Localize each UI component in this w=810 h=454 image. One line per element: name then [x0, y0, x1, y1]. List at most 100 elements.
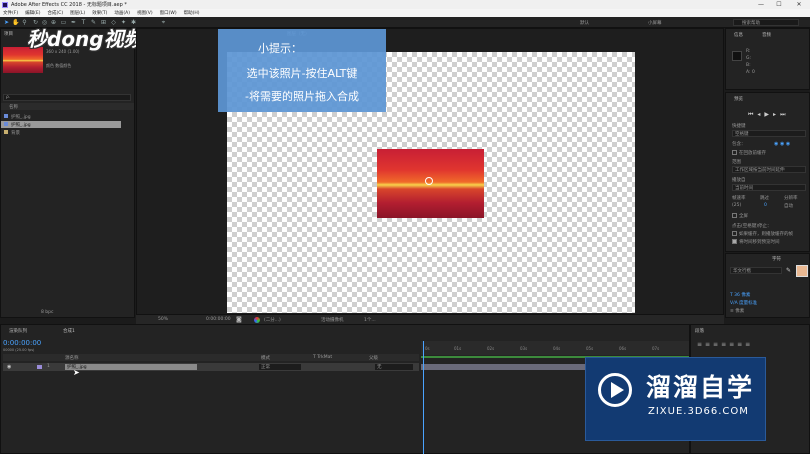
- skip-value[interactable]: 0: [764, 203, 767, 208]
- menu-file[interactable]: 文件(F): [3, 10, 18, 16]
- cache-checkbox[interactable]: [732, 150, 737, 155]
- brand-url: ZIXUE.3D66.COM: [648, 406, 749, 417]
- list-item[interactable]: 护照_.jpg: [1, 113, 134, 120]
- after-effects-app-icon: [2, 1, 8, 8]
- list-item-selected[interactable]: 护照_.jpg: [1, 121, 121, 128]
- resolution-label: 分辨率: [784, 196, 798, 201]
- resolution-preview-dropdown[interactable]: 自动: [784, 203, 793, 209]
- layer-name-field[interactable]: 护照_.jpg: [65, 364, 197, 370]
- audio-tab[interactable]: 音频: [762, 32, 771, 38]
- close-button[interactable]: ✕: [790, 0, 808, 9]
- views-dropdown[interactable]: 1个...: [364, 317, 376, 323]
- current-timecode[interactable]: 0:00:00:00: [3, 339, 41, 347]
- roto-tool-icon[interactable]: ✦: [120, 19, 127, 26]
- hand-tool-icon[interactable]: ✋: [12, 19, 19, 26]
- menu-help[interactable]: 帮助(H): [184, 10, 200, 16]
- play-from-dropdown[interactable]: 当前时间: [732, 184, 806, 191]
- label-color-swatch[interactable]: [37, 365, 42, 369]
- maximize-button[interactable]: ☐: [770, 0, 788, 9]
- character-settings[interactable]: T 36 像素 V/A 度量标准 ≡ 像素: [730, 292, 806, 314]
- source-name-header[interactable]: 源名称: [65, 355, 79, 361]
- include-toggles[interactable]: ◉ ◉ ◉: [774, 141, 796, 147]
- paragraph-tab[interactable]: 段落: [695, 328, 704, 334]
- menu-window[interactable]: 窗口(W): [160, 10, 177, 16]
- framerate-dropdown[interactable]: (25): [732, 203, 741, 208]
- minimize-button[interactable]: —: [752, 0, 770, 9]
- font-dropdown[interactable]: 华文行楷: [730, 267, 782, 274]
- render-queue-tab[interactable]: 渲染队列: [9, 328, 27, 334]
- stop-label: 点击(空格键)停止：: [732, 224, 772, 229]
- camera-dropdown[interactable]: 活动摄像机: [321, 317, 344, 323]
- hint-line-2: -将需要的照片拖入合成: [245, 90, 359, 103]
- project-panel: 项目 360 x 240 (1.00) 颜色 数值颜色 ρ. 名称 护照_.jp…: [0, 28, 135, 318]
- eyedropper-icon[interactable]: ✎: [786, 267, 791, 274]
- composition-tab[interactable]: 合成1: [63, 328, 75, 334]
- list-item[interactable]: 背景: [1, 129, 134, 136]
- type-tool-icon[interactable]: T: [80, 19, 87, 26]
- range-dropdown[interactable]: 工作区域按当前时间延伸: [732, 166, 806, 173]
- menu-animation[interactable]: 动画(A): [114, 10, 130, 16]
- puppet-tool-icon[interactable]: ✱: [130, 19, 137, 26]
- preview-tab[interactable]: 预览: [734, 96, 743, 102]
- next-frame-icon[interactable]: ▸: [773, 111, 780, 118]
- playhead-indicator[interactable]: [423, 341, 424, 454]
- snapshot-camera-icon[interactable]: ◙: [236, 317, 242, 323]
- pen-tool-icon[interactable]: ✒: [70, 19, 77, 26]
- menu-composition[interactable]: 合成(C): [47, 10, 63, 16]
- viewer-timecode[interactable]: 0:00:00:00: [206, 317, 231, 322]
- bit-depth-button[interactable]: 8 bpc: [41, 310, 53, 315]
- eraser-tool-icon[interactable]: ◇: [110, 19, 117, 26]
- rotate-tool-icon[interactable]: ↻: [32, 19, 39, 26]
- menu-effect[interactable]: 效果(T): [92, 10, 107, 16]
- zoom-dropdown[interactable]: 50%: [158, 317, 168, 322]
- project-tab[interactable]: 项目: [4, 31, 13, 37]
- anchor-point-icon[interactable]: [425, 177, 433, 185]
- align-buttons[interactable]: ≡≡≡≡≡≡≡: [697, 341, 797, 349]
- color-sample-swatch: [732, 51, 742, 61]
- color-channel-icon[interactable]: [254, 317, 260, 323]
- workspace-default[interactable]: 默认: [580, 20, 589, 26]
- framerate-label: 帧速率: [732, 196, 746, 201]
- miaodong-logo: 秒dong视频: [27, 27, 144, 51]
- camera-tool-icon[interactable]: ◎: [41, 19, 48, 26]
- project-search-input[interactable]: ρ.: [3, 94, 131, 101]
- info-tab[interactable]: 信息: [734, 32, 743, 38]
- zoom-tool-icon[interactable]: ⚲: [21, 19, 28, 26]
- menu-view[interactable]: 视图(V): [137, 10, 153, 16]
- trkmat-header[interactable]: T TrkMat: [313, 355, 332, 360]
- range-label: 范围: [732, 160, 741, 165]
- clone-tool-icon[interactable]: ⊞: [100, 19, 107, 26]
- first-frame-icon[interactable]: ⏮: [748, 111, 757, 118]
- menu-layer[interactable]: 图层(L): [70, 10, 85, 16]
- layer-parent-dropdown[interactable]: 无: [375, 364, 413, 370]
- selection-tool-icon[interactable]: ➤: [3, 19, 10, 26]
- brush-tool-icon[interactable]: ✎: [90, 19, 97, 26]
- table-row[interactable]: ◉ 1 护照_.jpg 正常 无: [3, 363, 419, 371]
- rectangle-tool-icon[interactable]: ▭: [60, 19, 67, 26]
- cache-frames-checkbox[interactable]: [732, 231, 737, 236]
- mouse-cursor-icon: ➤: [73, 368, 80, 377]
- time-ruler[interactable]: 0s 01s 02s 03s 04s 05s 06s 07s: [421, 341, 689, 355]
- sunset-photo-layer[interactable]: [377, 149, 484, 218]
- move-time-checkbox[interactable]: [732, 239, 737, 244]
- character-tab[interactable]: 字符: [772, 256, 781, 262]
- menu-edit[interactable]: 编辑(E): [25, 10, 40, 16]
- shortcut-label: 快捷键: [732, 124, 746, 129]
- fullscreen-checkbox[interactable]: [732, 213, 737, 218]
- help-search-input[interactable]: 搜索帮助: [733, 19, 799, 26]
- shortcut-dropdown[interactable]: 空格键: [732, 130, 806, 137]
- workspace-small-screen[interactable]: 小屏幕: [648, 20, 662, 26]
- parent-header[interactable]: 父级: [369, 355, 378, 361]
- visibility-eye-icon[interactable]: ◉: [7, 364, 12, 370]
- layer-mode-dropdown[interactable]: 正常: [259, 364, 301, 370]
- fill-color-swatch[interactable]: [796, 265, 808, 277]
- resolution-dropdown[interactable]: (二分...): [264, 317, 281, 323]
- pan-behind-tool-icon[interactable]: ⊕: [50, 19, 57, 26]
- hint-title: 小提示：: [258, 42, 302, 55]
- play-icon[interactable]: ▶: [764, 111, 773, 118]
- name-column-header[interactable]: 名称: [9, 104, 18, 110]
- snap-icon[interactable]: ⌖: [160, 19, 167, 26]
- thumbnail-info: 颜色 数值颜色: [46, 63, 72, 68]
- last-frame-icon[interactable]: ⏭: [780, 111, 789, 118]
- mode-header[interactable]: 模式: [261, 355, 270, 361]
